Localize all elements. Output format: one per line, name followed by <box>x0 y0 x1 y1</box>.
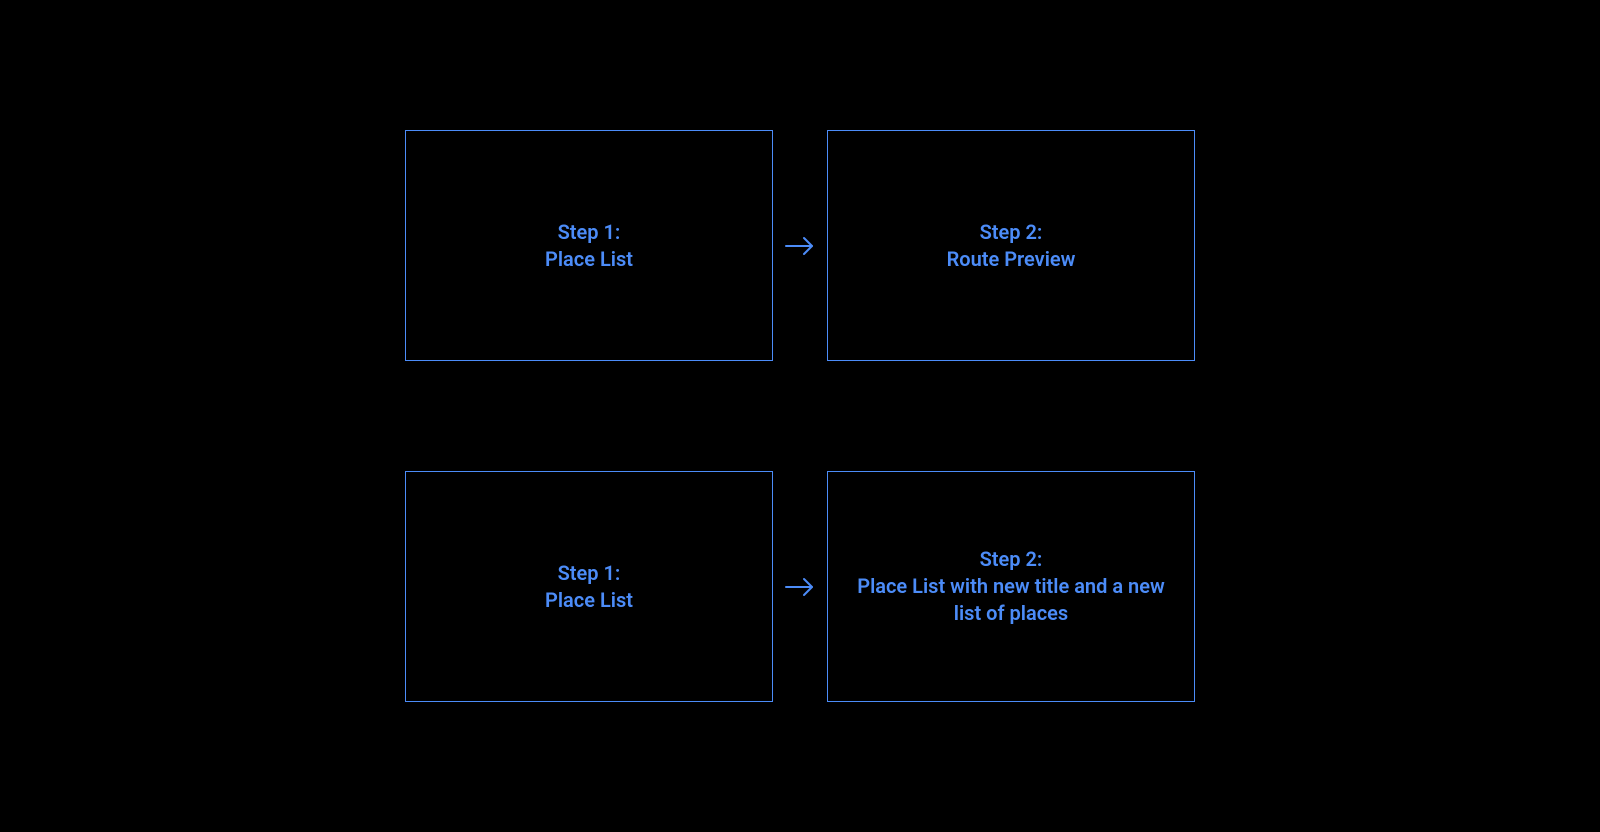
arrow-wrapper-2 <box>773 571 827 603</box>
flow-row-2: Step 1: Place List Step 2: Place List wi… <box>405 471 1195 702</box>
step-box-2-2: Step 2: Place List with new title and a … <box>827 471 1195 702</box>
arrow-right-icon <box>784 230 816 262</box>
step-text: Step 2: Route Preview <box>947 219 1076 273</box>
arrow-right-icon <box>784 571 816 603</box>
diagram-container: Step 1: Place List Step 2: Route Preview… <box>405 130 1195 702</box>
step-box-1-2: Step 2: Route Preview <box>827 130 1195 361</box>
step-text: Step 2: Place List with new title and a … <box>848 546 1174 627</box>
step-box-1-1: Step 1: Place List <box>405 130 773 361</box>
flow-row-1: Step 1: Place List Step 2: Route Preview <box>405 130 1195 361</box>
step-box-2-1: Step 1: Place List <box>405 471 773 702</box>
step-text: Step 1: Place List <box>545 560 633 614</box>
arrow-wrapper-1 <box>773 230 827 262</box>
step-text: Step 1: Place List <box>545 219 633 273</box>
